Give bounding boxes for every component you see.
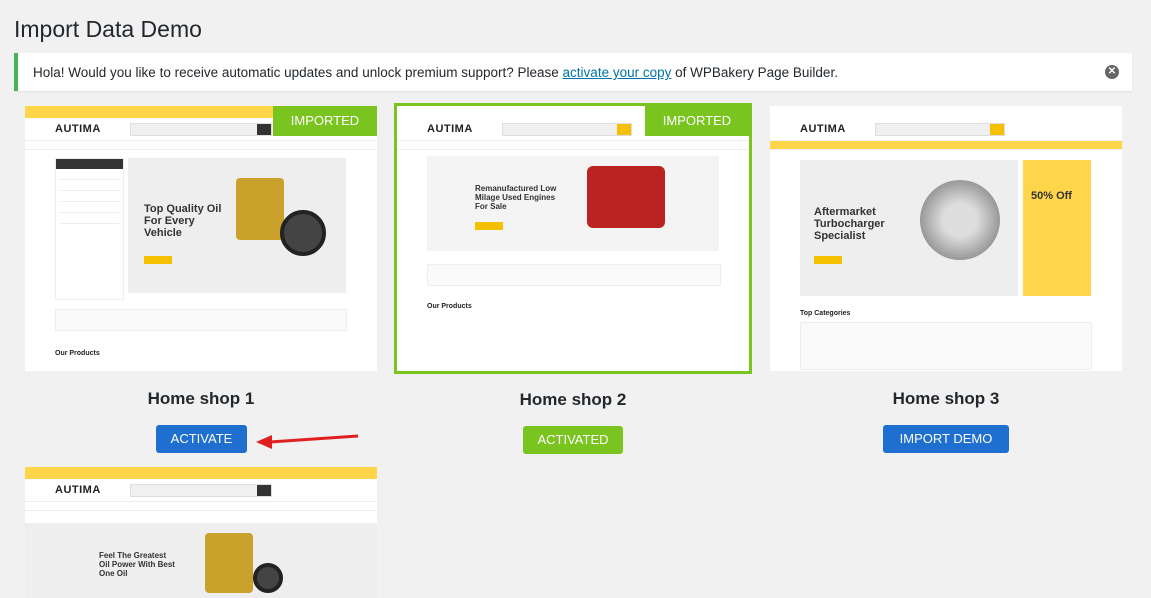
activate-button[interactable]: ACTIVATE	[156, 425, 247, 453]
tire-icon	[280, 210, 326, 256]
demo-card-4: AUTIMA Feel The Greatest Oil Power With …	[25, 467, 377, 598]
activated-button[interactable]: ACTIVATED	[523, 426, 623, 454]
preview-section-title: Our Products	[427, 303, 472, 310]
preview-logo: AUTIMA	[55, 123, 101, 135]
preview-logo: AUTIMA	[800, 123, 846, 135]
search-icon	[617, 124, 631, 135]
update-notice: Hola! Would you like to receive automati…	[14, 53, 1132, 91]
preview-header: AUTIMA	[770, 118, 1122, 141]
demo-preview-4[interactable]: AUTIMA Feel The Greatest Oil Power With …	[25, 467, 377, 598]
demo-title: Home shop 3	[892, 389, 1000, 408]
preview-search	[502, 123, 632, 136]
tire-icon	[253, 563, 283, 593]
demo-title: Home shop 2	[519, 390, 627, 409]
preview-logo: AUTIMA	[55, 484, 101, 496]
preview-banner: Feel The Greatest Oil Power With Best On…	[25, 523, 377, 598]
preview-logo: AUTIMA	[427, 123, 473, 135]
search-icon	[257, 124, 271, 135]
preview-categories	[800, 322, 1092, 370]
preview-banner: Remanufactured Low Milage Used Engines F…	[427, 156, 719, 251]
notice-text-before: Hola! Would you like to receive automati…	[33, 65, 563, 80]
preview-banner: Aftermarket Turbocharger Specialist	[800, 160, 1018, 296]
preview-menu	[25, 141, 377, 150]
notice-text: Hola! Would you like to receive automati…	[33, 65, 838, 80]
search-icon	[990, 124, 1004, 135]
preview-features	[427, 264, 721, 286]
preview-sidebar	[55, 158, 124, 300]
notice-text-after: of WPBakery Page Builder.	[671, 65, 838, 80]
preview-headline: Top Quality Oil For Every Vehicle	[144, 203, 222, 239]
demo-preview-home-shop-3[interactable]: AUTIMA Aftermarket Turbocharger Speciali…	[770, 106, 1122, 371]
preview-shop-now-button	[475, 222, 503, 230]
demo-preview-home-shop-2[interactable]: AUTIMA Remanufactured Low Milage Used En…	[394, 103, 752, 374]
oil-can-icon	[205, 533, 253, 593]
preview-shop-now-button	[814, 256, 842, 264]
preview-search	[130, 123, 272, 136]
preview-menu	[397, 141, 749, 150]
preview-search	[130, 484, 272, 497]
demo-card-home-shop-2: AUTIMA Remanufactured Low Milage Used En…	[394, 103, 752, 454]
preview-header: AUTIMA	[25, 479, 377, 502]
import-demo-button[interactable]: IMPORT DEMO	[883, 425, 1009, 453]
preview-headline: Aftermarket Turbocharger Specialist	[814, 206, 885, 242]
demo-preview-home-shop-1[interactable]: AUTIMA Top Quality Oil For Every Vehicle…	[25, 106, 377, 371]
search-icon	[257, 485, 271, 496]
turbo-icon	[920, 180, 1000, 260]
preview-menu	[770, 141, 1122, 150]
preview-side-banner: 50% Off	[1023, 160, 1091, 296]
oil-can-icon	[236, 178, 284, 240]
preview-topbar	[25, 467, 377, 479]
imported-badge: IMPORTED	[645, 106, 749, 136]
dismiss-notice-icon[interactable]: ✕	[1105, 65, 1119, 79]
preview-section-title: Our Products	[55, 350, 100, 357]
preview-headline: Feel The Greatest Oil Power With Best On…	[99, 551, 175, 578]
preview-headline: Remanufactured Low Milage Used Engines F…	[475, 184, 557, 211]
engine-icon	[587, 166, 665, 228]
demo-card-home-shop-3: AUTIMA Aftermarket Turbocharger Speciali…	[770, 106, 1122, 453]
preview-menu	[25, 502, 377, 511]
preview-section-title: Top Categories	[800, 310, 851, 317]
page-title: Import Data Demo	[14, 16, 202, 42]
preview-side-promo: 50% Off	[1031, 190, 1072, 202]
preview-shop-now-button	[144, 256, 172, 264]
red-arrow-annotation	[256, 434, 359, 449]
preview-topbar	[770, 106, 1122, 118]
preview-banner: Top Quality Oil For Every Vehicle	[128, 158, 346, 293]
preview-features	[55, 309, 347, 331]
imported-badge: IMPORTED	[273, 106, 377, 136]
activate-copy-link[interactable]: activate your copy	[563, 65, 672, 80]
demo-card-home-shop-1: AUTIMA Top Quality Oil For Every Vehicle…	[25, 106, 377, 453]
demo-title: Home shop 1	[147, 389, 255, 408]
preview-search	[875, 123, 1005, 136]
